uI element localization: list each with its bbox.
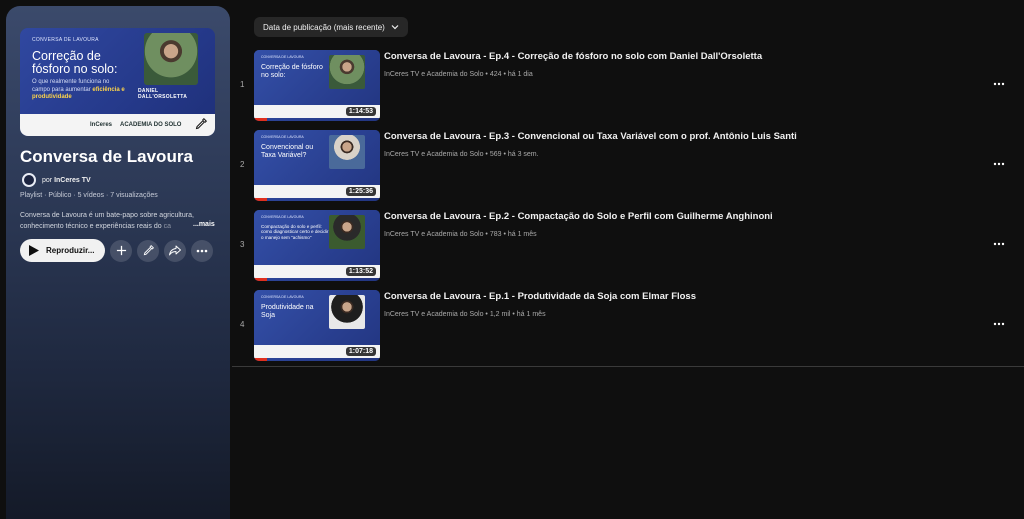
video-meta: InCeres TV e Academia do Solo • 569 • há… [384,151,539,158]
thumbnail-guest-photo [329,135,365,169]
add-to-button[interactable] [110,239,132,262]
chevron-down-icon [391,25,399,30]
video-menu-button[interactable] [991,236,1007,252]
thumbnail-title: Compactação do solo e perfil: como diagn… [261,224,329,240]
watch-progress-bar [254,278,267,281]
video-thumbnail[interactable]: CONVERSA DE LAVOURA Correção de fósforo … [254,50,380,121]
play-icon [29,245,39,256]
playlist-description: Conversa de Lavoura é um bate-papo sobre… [20,210,220,232]
video-menu-button[interactable] [991,76,1007,92]
more-horiz-icon [993,162,1005,166]
playlist-header-panel: CONVERSA DE LAVOURA Correção de fósforo … [6,6,230,519]
video-meta: InCeres TV e Academia do Solo • 783 • há… [384,231,537,238]
cover-footer-left: InCeres [90,122,113,128]
share-button[interactable] [164,239,186,262]
more-horiz-icon [993,82,1005,86]
sort-label: Data de publicação (mais recente) [263,22,385,32]
pencil-icon [195,118,207,130]
thumbnail-guest-photo [329,215,365,249]
video-title[interactable]: Conversa de Lavoura - Ep.2 - Compactação… [384,211,773,222]
list-item[interactable]: 1 CONVERSA DE LAVOURA Correção de fósfor… [236,50,1008,122]
owner-name[interactable]: InCeres TV [54,177,91,184]
more-horiz-icon [993,242,1005,246]
cover-guest-name: DANIEL DALL'ORSOLETTA [138,88,188,100]
video-title[interactable]: Conversa de Lavoura - Ep.4 - Correção de… [384,51,762,62]
cover-subtitle: O que realmente funciona no campo para a… [32,79,127,102]
video-menu-button[interactable] [991,156,1007,172]
video-meta: InCeres TV e Academia do Solo • 424 • há… [384,71,533,78]
thumbnail-title: Correção de fósforo no solo: [261,64,323,79]
list-divider [232,366,1024,367]
thumbnail-title: Produtividade na Soja [261,304,314,319]
thumbnail-brand: CONVERSA DE LAVOURA [261,215,304,219]
watch-progress-bar [254,358,267,361]
video-index: 2 [240,160,245,169]
playlist-owner[interactable]: por InCeres TV [22,173,91,187]
duration-badge: 1:14:53 [345,107,376,116]
cover-guest-photo [144,33,198,85]
duration-badge: 1:07:18 [345,347,376,356]
thumbnail-brand: CONVERSA DE LAVOURA [261,295,304,299]
watch-progress-bar [254,198,267,201]
video-thumbnail[interactable]: CONVERSA DE LAVOURA Produtividade na Soj… [254,290,380,361]
more-horiz-icon [993,322,1005,326]
cover-footer-right: ACADEMIA DO SOLO [120,122,182,128]
video-thumbnail[interactable]: CONVERSA DE LAVOURA Convencional ou Taxa… [254,130,380,201]
list-item[interactable]: 2 CONVERSA DE LAVOURA Convencional ou Ta… [236,130,1008,202]
share-icon [169,245,181,256]
list-item[interactable]: 4 CONVERSA DE LAVOURA Produtividade na S… [236,290,1008,362]
more-horiz-icon [196,249,208,252]
video-thumbnail[interactable]: CONVERSA DE LAVOURA Compactação do solo … [254,210,380,281]
cover-brand: CONVERSA DE LAVOURA [32,37,99,43]
playlist-meta: Playlist · Público · 5 vídeos · 7 visual… [20,192,158,199]
pencil-icon [143,245,154,256]
list-item[interactable]: 3 CONVERSA DE LAVOURA Compactação do sol… [236,210,1008,282]
edit-thumbnail-button[interactable] [193,116,209,132]
playlist-cover[interactable]: CONVERSA DE LAVOURA Correção de fósforo … [20,28,215,136]
owner-text: por InCeres TV [42,177,91,184]
playlist-actions: Reproduzir... [20,239,213,262]
more-actions-button[interactable] [191,239,213,262]
avatar[interactable] [22,173,36,187]
thumbnail-guest-photo [329,295,365,329]
video-menu-button[interactable] [991,316,1007,332]
video-title[interactable]: Conversa de Lavoura - Ep.1 - Produtivida… [384,291,696,302]
plus-icon [116,245,126,256]
playlist-title: Conversa de Lavoura [20,147,193,166]
thumbnail-title: Convencional ou Taxa Variável? [261,144,314,159]
video-index: 1 [240,80,245,89]
video-index: 4 [240,320,245,329]
duration-badge: 1:25:36 [345,187,376,196]
video-title[interactable]: Conversa de Lavoura - Ep.3 - Convenciona… [384,131,797,142]
video-index: 3 [240,240,245,249]
sort-dropdown[interactable]: Data de publicação (mais recente) [254,17,408,37]
more-link[interactable]: ...mais [193,221,215,228]
duration-badge: 1:13:52 [345,267,376,276]
play-all-label: Reproduzir... [46,246,95,255]
owner-prefix: por [42,176,53,184]
cover-title: Correção de fósforo no solo: [32,49,118,76]
watch-progress-bar [254,118,267,121]
video-meta: InCeres TV e Academia do Solo • 1,2 mil … [384,311,546,318]
description-fade: ca [163,223,171,230]
thumbnail-guest-photo [329,55,365,89]
thumbnail-brand: CONVERSA DE LAVOURA [261,135,304,139]
play-all-button[interactable]: Reproduzir... [20,239,105,262]
thumbnail-brand: CONVERSA DE LAVOURA [261,55,304,59]
cover-footer: InCeres ACADEMIA DO SOLO [20,114,215,136]
edit-button[interactable] [137,239,159,262]
